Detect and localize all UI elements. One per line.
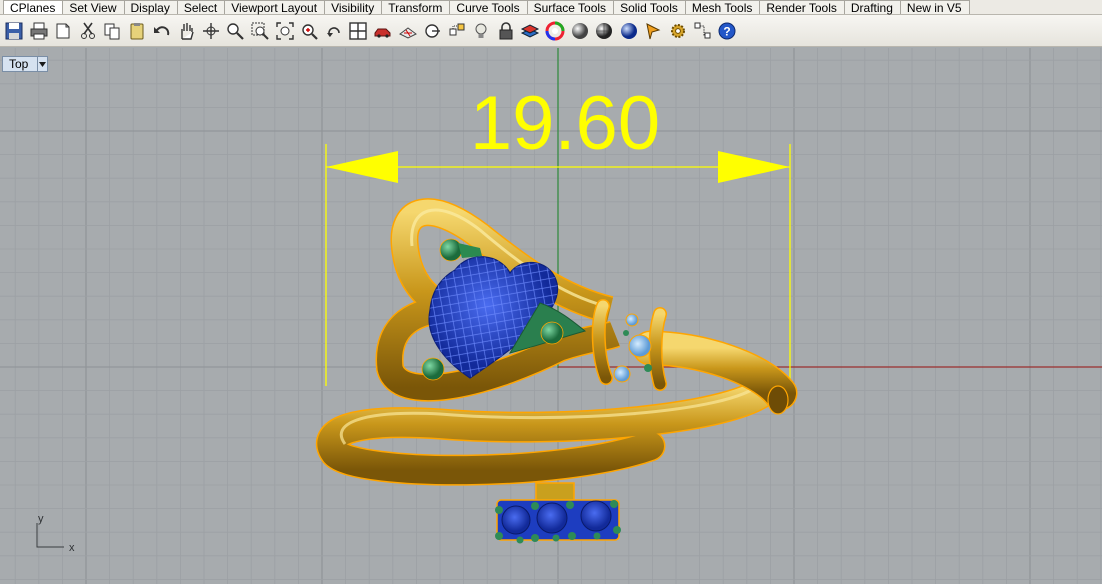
ring-model[interactable] [316, 198, 798, 544]
zoom-window-icon[interactable] [248, 18, 272, 44]
cplane-axis-widget: y x [36, 513, 75, 554]
color-wheel-icon[interactable] [543, 18, 567, 44]
zoom-extents-icon[interactable] [273, 18, 297, 44]
tab-new-in-v5[interactable]: New in V5 [900, 0, 970, 15]
tab-select[interactable]: Select [177, 0, 226, 15]
tab-viewport-layout[interactable]: Viewport Layout [225, 0, 326, 15]
zoom-selected-icon[interactable] [297, 18, 321, 44]
viewport-menu-dropdown[interactable] [37, 57, 47, 71]
viewport-name: Top [9, 57, 29, 71]
standard-toolbar: ? [0, 15, 1102, 47]
tab-set-view[interactable]: Set View [63, 0, 125, 15]
zoom-icon[interactable] [223, 18, 247, 44]
blue-sphere-icon[interactable] [617, 18, 641, 44]
svg-text:?: ? [724, 24, 731, 38]
rotate-view-icon[interactable] [199, 18, 223, 44]
tab-surface-tools[interactable]: Surface Tools [527, 0, 615, 15]
tab-render-tools[interactable]: Render Tools [760, 0, 845, 15]
tab-transform[interactable]: Transform [382, 0, 451, 15]
axis-x-label: x [69, 542, 75, 554]
help-icon[interactable]: ? [715, 18, 739, 44]
tab-curve-tools[interactable]: Curve Tools [450, 0, 528, 15]
undo-icon[interactable] [150, 18, 174, 44]
toolbar-tab-strip: CPlanes Set View Display Select Viewport Lay… [0, 0, 1102, 15]
copy-icon[interactable] [100, 18, 124, 44]
import-icon[interactable] [51, 18, 75, 44]
light-bulb-icon[interactable] [469, 18, 493, 44]
top-viewport[interactable]: 19.60 y x Top [0, 48, 1102, 584]
paste-icon[interactable] [125, 18, 149, 44]
dimension-text: 19.60 [470, 81, 660, 166]
gear-settings-icon[interactable] [666, 18, 690, 44]
viewport-scene: 19.60 y x [0, 48, 1102, 584]
cplane-icon[interactable] [396, 18, 420, 44]
tab-drafting[interactable]: Drafting [844, 0, 901, 15]
tab-mesh-tools[interactable]: Mesh Tools [685, 0, 761, 15]
save-icon[interactable] [2, 18, 26, 44]
grid-snap-icon[interactable] [691, 18, 715, 44]
pan-hand-icon[interactable] [174, 18, 198, 44]
cut-icon[interactable] [76, 18, 100, 44]
shaded-sphere-icon[interactable] [568, 18, 592, 44]
rendered-sphere-icon[interactable] [592, 18, 616, 44]
four-viewports-icon[interactable] [346, 18, 370, 44]
tab-cplanes[interactable]: CPlanes [3, 0, 64, 15]
stone-bar[interactable] [495, 482, 621, 544]
named-view-car-icon[interactable] [371, 18, 395, 44]
object-snap-icon[interactable] [420, 18, 444, 44]
undo-view-icon[interactable] [322, 18, 346, 44]
layer-icon[interactable] [518, 18, 542, 44]
lasso-select-icon[interactable] [641, 18, 665, 44]
chevron-down-icon [39, 61, 46, 67]
viewport-title[interactable]: Top [2, 56, 48, 72]
axis-y-label: y [38, 513, 44, 525]
print-icon[interactable] [27, 18, 51, 44]
tab-solid-tools[interactable]: Solid Tools [614, 0, 686, 15]
tab-visibility[interactable]: Visibility [325, 0, 383, 15]
lock-icon[interactable] [494, 18, 518, 44]
tab-display[interactable]: Display [124, 0, 178, 15]
osnap-settings-icon[interactable] [445, 18, 469, 44]
